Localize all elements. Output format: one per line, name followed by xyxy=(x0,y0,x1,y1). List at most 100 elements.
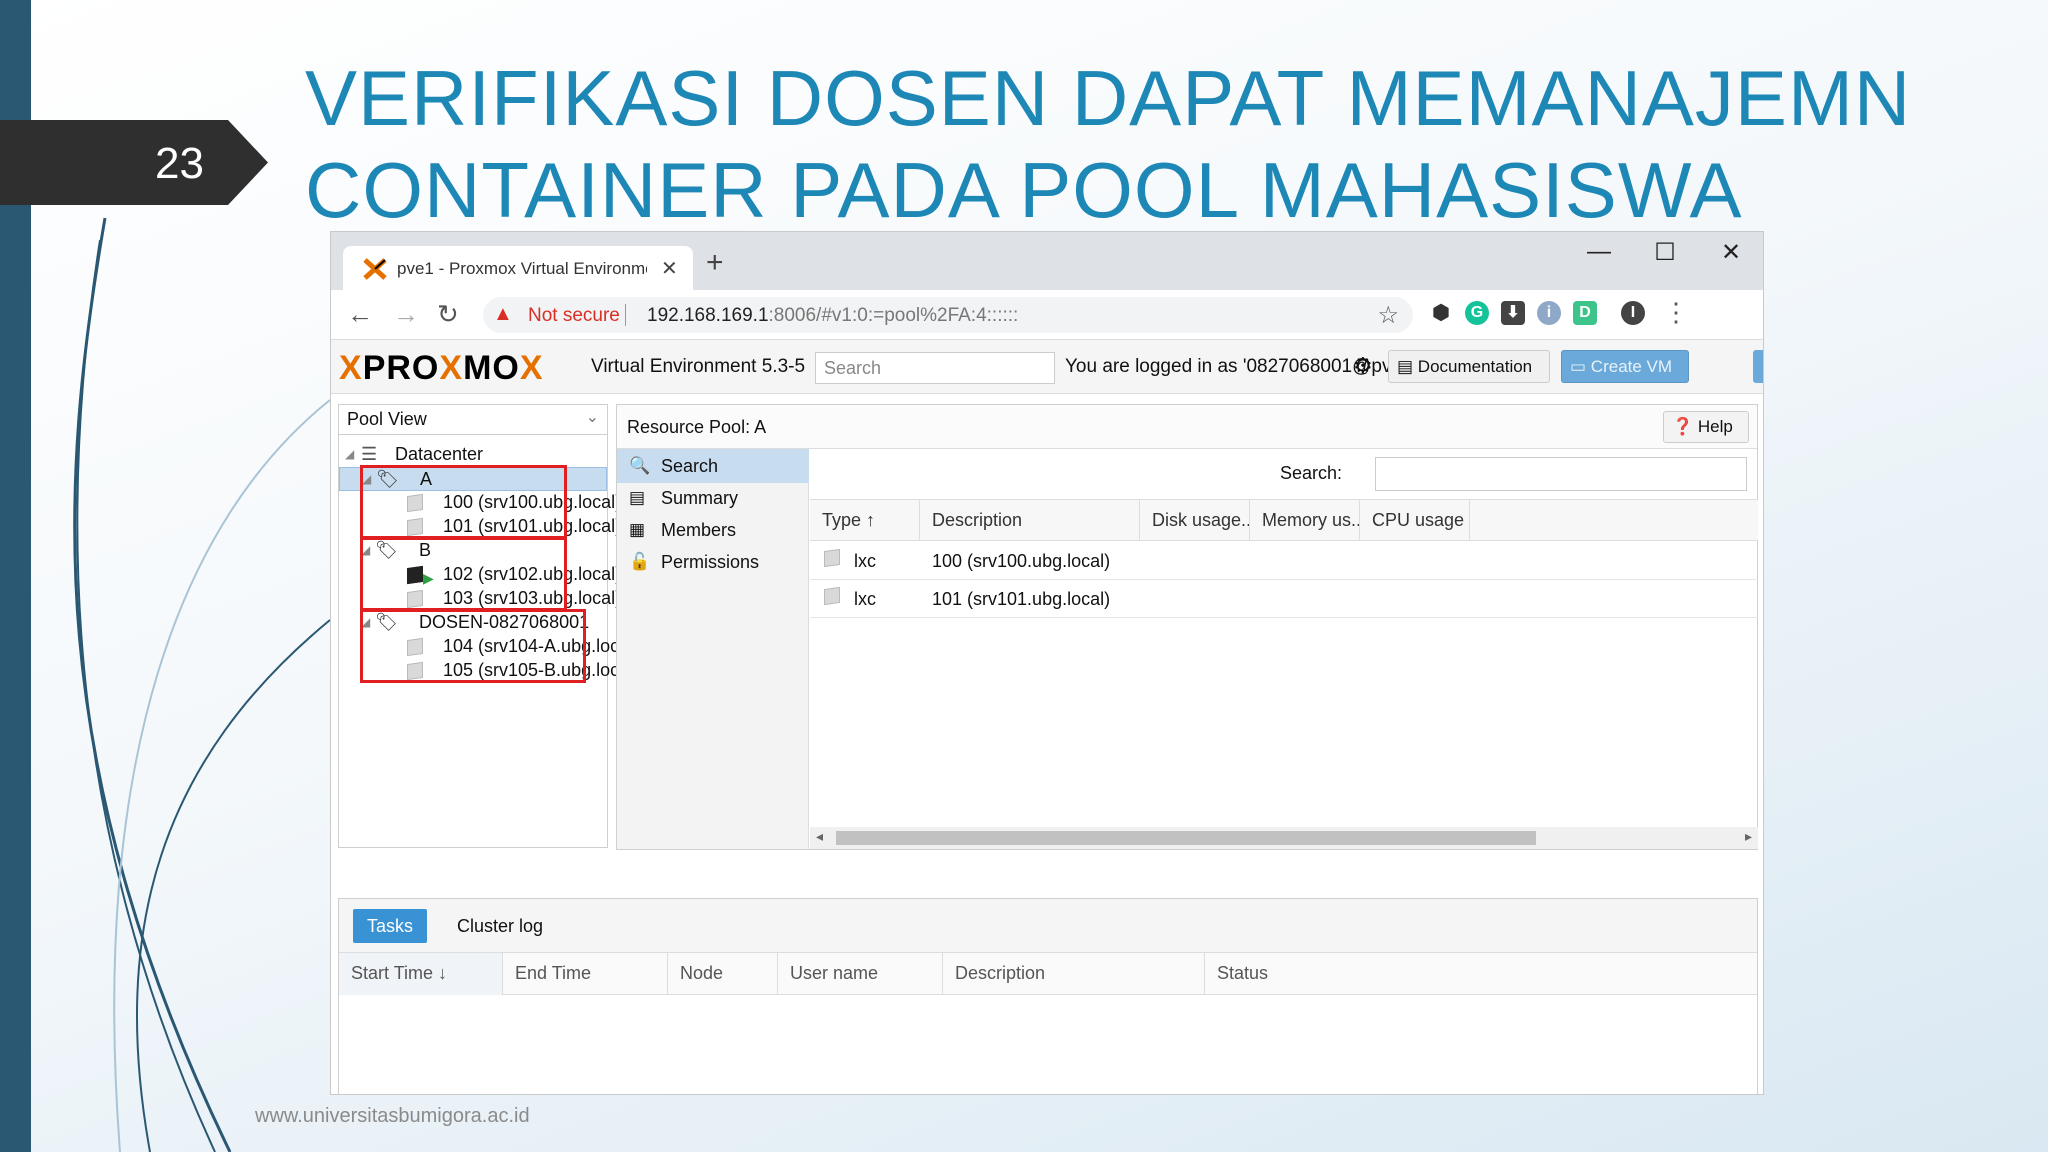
row-description: 100 (srv100.ubg.local) xyxy=(932,551,1111,571)
menu-item-summary[interactable]: ▤ Summary xyxy=(617,481,809,515)
footer-url: www.universitasbumigora.ac.id xyxy=(255,1105,530,1127)
url-host: 192.168.169.1 xyxy=(647,305,769,326)
row-description: 101 (srv101.ubg.local) xyxy=(932,589,1111,609)
book-icon: ▤ xyxy=(629,488,646,507)
highlight-box-pool-dosen xyxy=(360,609,586,683)
menu-item-permissions[interactable]: 🔓 Permissions xyxy=(617,545,809,579)
column-header-user-name[interactable]: User name xyxy=(778,953,943,995)
url-path: :8006/#v1:0:=pool%2FA:4:::::: xyxy=(768,305,1019,326)
column-header-node[interactable]: Node xyxy=(668,953,778,995)
column-header-memory-usage[interactable]: Memory us... xyxy=(1250,500,1360,540)
column-header-start-time[interactable]: Start Time ↓ xyxy=(339,953,503,995)
horizontal-scrollbar[interactable]: ◂ ▸ xyxy=(810,827,1758,849)
column-header-description[interactable]: Description xyxy=(943,953,1205,995)
search-icon: 🔍 xyxy=(629,456,651,475)
warning-icon: ▲ xyxy=(493,303,513,325)
proxmox-favicon-icon xyxy=(363,258,387,280)
collapse-icon: ◢ xyxy=(345,447,355,461)
gear-icon[interactable]: ⚙ xyxy=(1353,353,1373,379)
column-header-status[interactable]: Status xyxy=(1205,953,1757,995)
tab-cluster-log[interactable]: Cluster log xyxy=(457,916,543,937)
menu-item-members[interactable]: ▦ Members xyxy=(617,513,809,547)
menu-item-search[interactable]: 🔍 Search xyxy=(617,449,809,483)
d-extension-icon[interactable]: D xyxy=(1573,301,1597,325)
browser-tab[interactable]: pve1 - Proxmox Virtual Environment ✕ xyxy=(343,246,693,290)
grid-header: Type ↑ Description Disk usage... Memory … xyxy=(810,499,1758,541)
omnibox-separator xyxy=(625,304,626,326)
proxmox-logo: XPROXMOX xyxy=(339,349,544,387)
reload-icon[interactable]: ↻ xyxy=(437,299,459,330)
scrollbar-thumb[interactable] xyxy=(836,831,1536,845)
forward-arrow-icon[interactable]: → xyxy=(393,299,419,330)
proxmox-header: XPROXMOX Virtual Environment 5.3-5 Searc… xyxy=(331,340,1763,394)
highlight-box-pool-a xyxy=(360,465,567,539)
pool-menu: 🔍 Search ▤ Summary ▦ Members 🔓 Permissions xyxy=(617,449,809,849)
view-selector[interactable]: Pool View ⌄ xyxy=(339,405,607,435)
search-grid: Search: Type ↑ Description Disk usage...… xyxy=(810,449,1758,849)
column-header-type[interactable]: Type ↑ xyxy=(810,500,920,540)
task-panel-tabs: Tasks Cluster log xyxy=(339,899,1757,953)
create-vm-button[interactable]: ▭ Create VM xyxy=(1561,350,1689,383)
bookmark-star-icon[interactable]: ☆ xyxy=(1377,301,1399,330)
column-header-end-time[interactable]: End Time xyxy=(503,953,668,995)
documentation-button[interactable]: ▤ Documentation xyxy=(1388,350,1550,383)
panel-title: Resource Pool: A xyxy=(627,417,767,437)
close-window-button[interactable]: ✕ xyxy=(1711,238,1751,267)
browser-menu-icon[interactable]: ⋮ xyxy=(1663,297,1689,328)
monitor-icon: ▭ xyxy=(1570,357,1591,376)
maximize-button[interactable]: ☐ xyxy=(1645,238,1685,267)
slide-number: 23 xyxy=(155,139,204,188)
table-row[interactable]: lxc 100 (srv100.ubg.local) xyxy=(810,542,1758,580)
tab-title: pve1 - Proxmox Virtual Environment xyxy=(397,259,647,278)
highlight-box-pool-b xyxy=(360,537,567,611)
minimize-button[interactable]: — xyxy=(1579,238,1619,266)
column-header-disk-usage[interactable]: Disk usage... xyxy=(1140,500,1250,540)
browser-toolbar: ← → ↻ ▲ Not secure 192.168.169.1:8006/#v… xyxy=(331,290,1763,340)
help-button[interactable]: ❓ Help xyxy=(1663,411,1749,443)
chevron-down-icon: ⌄ xyxy=(585,409,599,426)
resource-pool-panel: Resource Pool: A ❓ Help 🔍 Search ▤ Summary… xyxy=(616,404,1758,850)
slide-title: VERIFIKASI DOSEN DAPAT MEMANAJEMN CONTAI… xyxy=(305,52,1912,236)
datacenter-icon: ☰ xyxy=(361,444,378,464)
grid-search-label: Search: xyxy=(1280,463,1343,483)
grid-search-input[interactable] xyxy=(1375,457,1747,491)
tree-item-datacenter[interactable]: ◢ ☰ Datacenter xyxy=(339,443,607,467)
download-extension-icon[interactable]: ⬇ xyxy=(1501,301,1525,325)
help-icon: ❓ xyxy=(1672,417,1698,436)
scroll-right-icon[interactable]: ▸ xyxy=(1745,828,1752,845)
unlock-icon: 🔓 xyxy=(629,552,651,571)
column-header-description[interactable]: Description xyxy=(920,500,1140,540)
grid-icon: ▦ xyxy=(629,520,646,539)
back-arrow-icon[interactable]: ← xyxy=(347,299,373,330)
tab-close-icon[interactable]: ✕ xyxy=(661,256,678,281)
panel-header: Resource Pool: A ❓ Help xyxy=(617,405,1757,449)
address-bar[interactable]: ▲ Not secure 192.168.169.1:8006/#v1:0:=p… xyxy=(483,297,1413,333)
task-table-header: Start Time ↓ End Time Node User name Des… xyxy=(339,953,1757,995)
row-type: lxc xyxy=(854,589,876,609)
cube-extension-icon[interactable]: ⬢ xyxy=(1429,301,1453,325)
profile-avatar[interactable]: I xyxy=(1621,301,1645,325)
security-warning[interactable]: Not secure xyxy=(528,305,620,327)
browser-window: pve1 - Proxmox Virtual Environment ✕ + —… xyxy=(330,231,1764,1095)
slide-number-arrow xyxy=(0,120,268,205)
version-label: Virtual Environment 5.3-5 xyxy=(591,356,806,377)
table-row[interactable]: lxc 101 (srv101.ubg.local) xyxy=(810,580,1758,618)
resource-tree: Pool View ⌄ ◢ ☰ Datacenter ◢ 🏷 A 100 (srv… xyxy=(338,404,639,848)
scroll-left-icon[interactable]: ◂ xyxy=(816,828,823,845)
tab-strip: pve1 - Proxmox Virtual Environment ✕ + —… xyxy=(331,232,1763,290)
column-header-cpu-usage[interactable]: CPU usage xyxy=(1360,500,1470,540)
create-ct-button[interactable] xyxy=(1753,350,1763,383)
new-tab-button[interactable]: + xyxy=(706,246,724,280)
tab-tasks[interactable]: Tasks xyxy=(353,909,427,943)
container-icon xyxy=(824,548,840,571)
search-input[interactable]: Search xyxy=(815,352,1055,384)
task-panel: Tasks Cluster log Start Time ↓ End Time … xyxy=(338,898,1758,1094)
container-icon xyxy=(824,586,840,609)
slide-title-line-2: CONTAINER PADA POOL MAHASISWA xyxy=(305,146,1743,234)
book-icon: ▤ xyxy=(1397,357,1418,376)
url-text[interactable]: 192.168.169.1:8006/#v1:0:=pool%2FA:4::::… xyxy=(647,305,1018,327)
slide-title-line-1: VERIFIKASI DOSEN DAPAT MEMANAJEMN xyxy=(305,54,1912,142)
info-extension-icon[interactable]: i xyxy=(1537,301,1561,325)
row-type: lxc xyxy=(854,551,876,571)
grammarly-icon[interactable]: G xyxy=(1465,301,1489,325)
